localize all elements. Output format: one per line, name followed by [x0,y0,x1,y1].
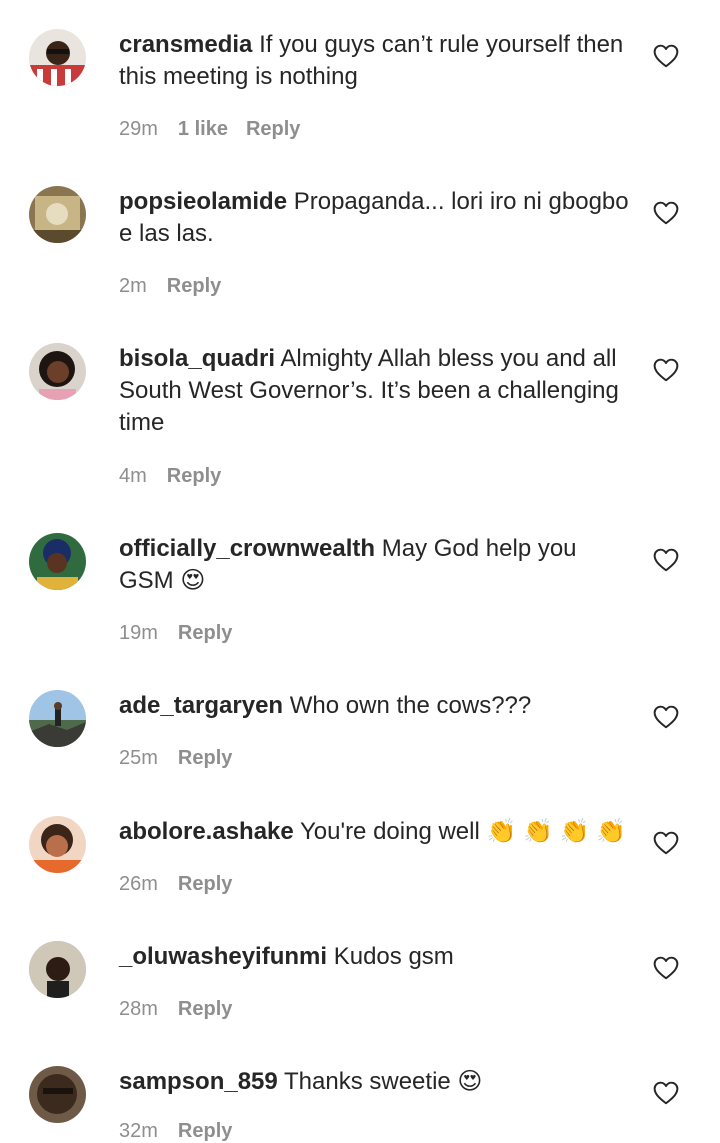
comment-body: Kudos gsm [333,943,454,970]
heart-outline-icon[interactable] [653,956,679,980]
reply-button[interactable]: Reply [167,465,221,487]
avatar[interactable] [29,690,86,747]
heart-outline-icon[interactable] [653,358,679,382]
comment-time: 19m [119,622,158,644]
comment-likes[interactable]: 1 like [178,118,228,140]
comment-time: 29m [119,118,158,140]
comment-time: 4m [119,465,147,487]
reply-button[interactable]: Reply [167,275,221,297]
comment-text: abolore.ashake You're doing well 👏 👏 👏 👏 [119,816,629,848]
avatar[interactable] [29,533,86,590]
comment-body: Thanks sweetie 😍 [284,1068,483,1095]
comment-text: popsieolamide Propaganda... lori iro ni … [119,186,629,250]
heart-outline-icon[interactable] [653,831,679,855]
avatar[interactable] [29,816,86,873]
comment-time: 28m [119,998,158,1020]
comment-body: Who own the cows??? [289,692,532,719]
avatar[interactable] [29,941,86,998]
comment-text: sampson_859 Thanks sweetie 😍 [119,1066,629,1098]
comment-time: 32m [119,1120,158,1142]
comment-time: 2m [119,275,147,297]
comment-body: You're doing well 👏 👏 👏 👏 [299,818,627,845]
avatar[interactable] [29,186,86,243]
heart-outline-icon[interactable] [653,1081,679,1105]
comment-username[interactable]: _oluwasheyifunmi [119,943,327,970]
comment-username[interactable]: cransmedia [119,31,252,58]
comment-text: _oluwasheyifunmi Kudos gsm [119,941,629,973]
comment-meta: 29m 1 like Reply [119,118,318,141]
reply-button[interactable]: Reply [178,747,232,769]
reply-button[interactable]: Reply [246,118,300,140]
reply-button[interactable]: Reply [178,622,232,644]
heart-outline-icon[interactable] [653,705,679,729]
reply-button[interactable]: Reply [178,873,232,895]
reply-button[interactable]: Reply [178,1120,232,1142]
heart-outline-icon[interactable] [653,548,679,572]
comment-username[interactable]: sampson_859 [119,1068,278,1095]
comment-meta: 19m Reply [119,622,250,645]
comment-meta: 2m Reply [119,275,239,298]
comment-username[interactable]: ade_targaryen [119,692,283,719]
comment-time: 25m [119,747,158,769]
comment-meta: 25m Reply [119,747,250,770]
comment-text: officially_crownwealth May God help you … [119,533,629,597]
comment-text: cransmedia If you guys can’t rule yourse… [119,29,629,93]
comment-meta: 32m Reply [119,1120,250,1143]
avatar[interactable] [29,29,86,86]
avatar[interactable] [29,343,86,400]
comment-meta: 28m Reply [119,998,250,1021]
comment-time: 26m [119,873,158,895]
comment-meta: 4m Reply [119,465,239,488]
heart-outline-icon[interactable] [653,44,679,68]
heart-outline-icon[interactable] [653,201,679,225]
comment-username[interactable]: officially_crownwealth [119,535,375,562]
comment-text: ade_targaryen Who own the cows??? [119,690,629,722]
comment-username[interactable]: popsieolamide [119,188,287,215]
comment-text: bisola_quadri Almighty Allah bless you a… [119,343,629,439]
comment-meta: 26m Reply [119,873,250,896]
reply-button[interactable]: Reply [178,998,232,1020]
avatar[interactable] [29,1066,86,1123]
comment-username[interactable]: bisola_quadri [119,345,275,372]
comment-username[interactable]: abolore.ashake [119,818,294,845]
